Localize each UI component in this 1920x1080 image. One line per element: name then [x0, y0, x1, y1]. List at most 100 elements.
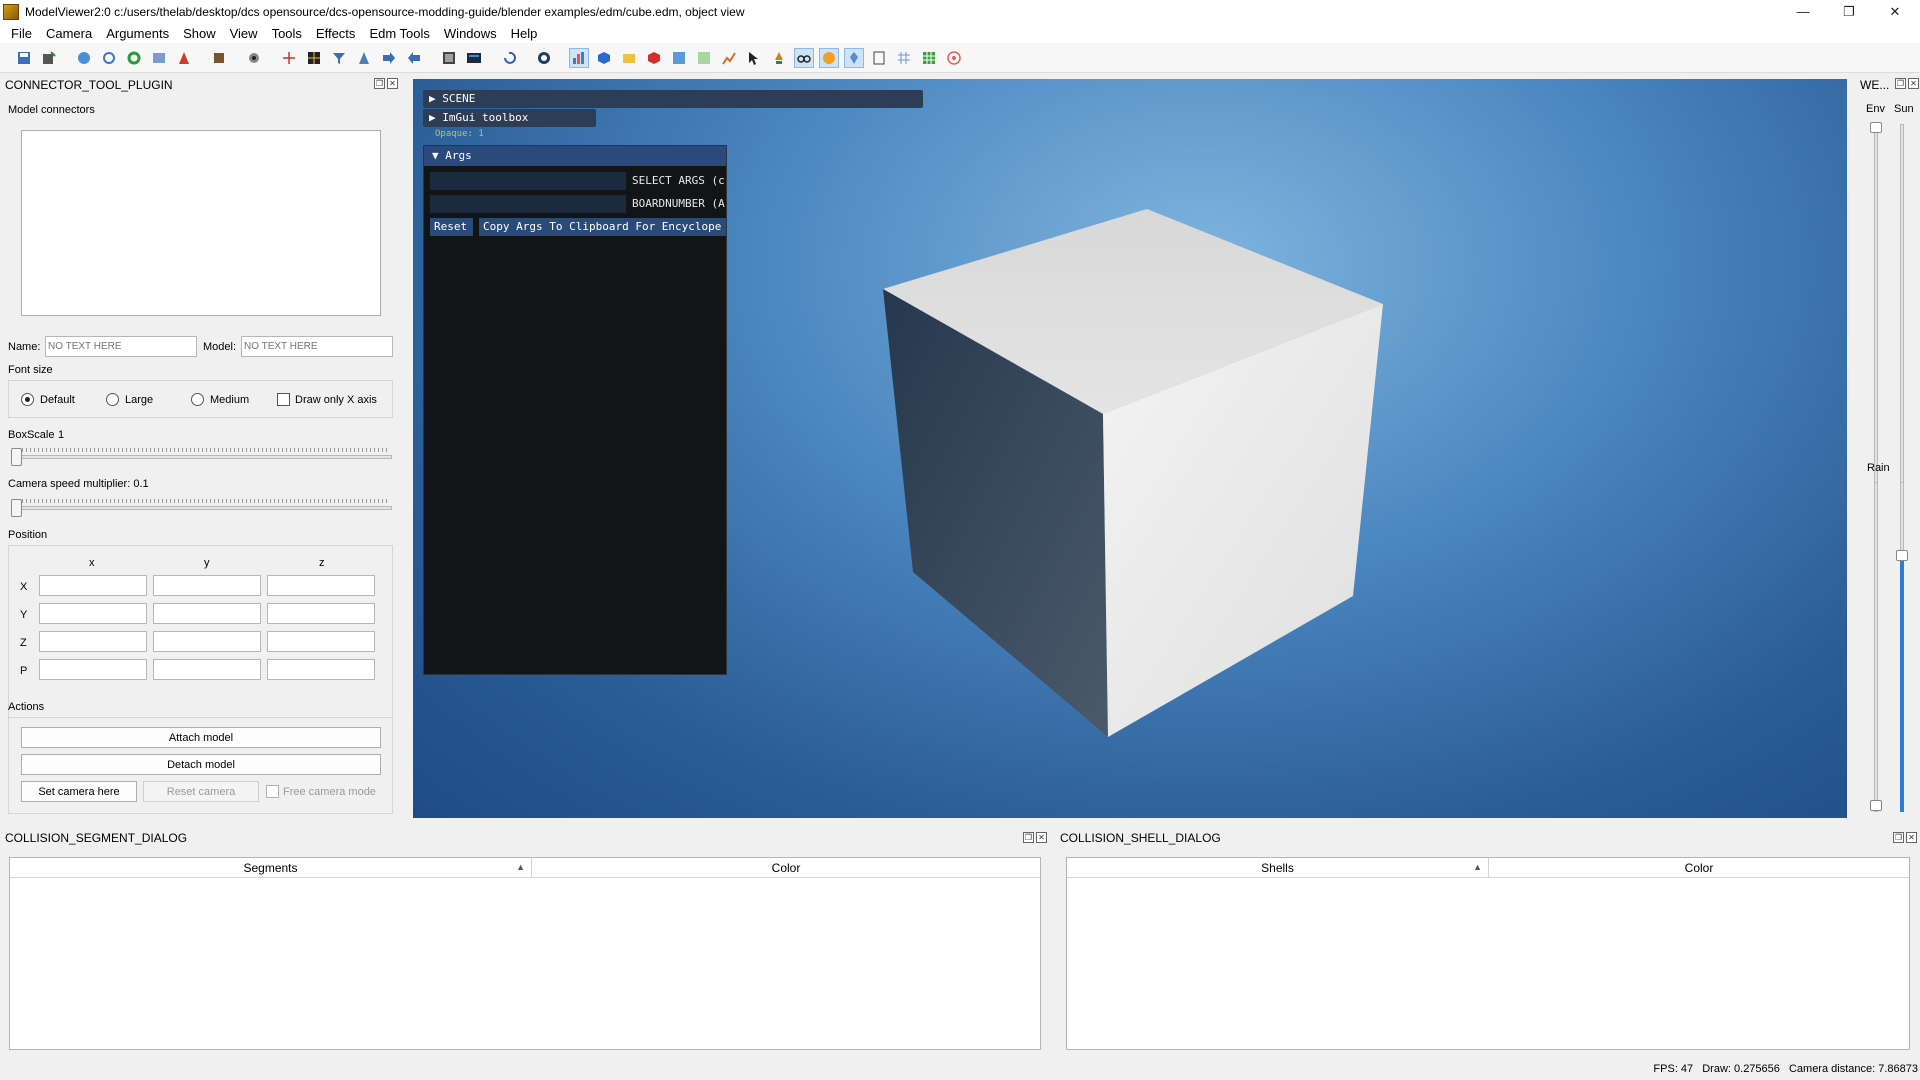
close-icon[interactable]: ✕ [387, 78, 398, 89]
weather-close-icon[interactable]: ✕ [1908, 78, 1919, 89]
sun-slider-handle[interactable] [1896, 549, 1908, 561]
model-input[interactable] [241, 336, 393, 357]
menu-edm-tools[interactable]: Edm Tools [362, 26, 436, 41]
position-p-y[interactable] [153, 659, 261, 680]
reload-icon[interactable] [124, 48, 144, 68]
position-z-y[interactable] [153, 631, 261, 652]
select-args-input[interactable] [430, 172, 626, 190]
3d-viewport[interactable]: ▶ SCENE ▶ ImGui toolbox Opaque: 1 ▼ Args… [413, 79, 1847, 818]
sun-slider-top[interactable] [1900, 124, 1904, 528]
menu-camera[interactable]: Camera [39, 26, 99, 41]
position-z-z[interactable] [267, 631, 375, 652]
copy-args-button[interactable]: Copy Args To Clipboard For Encyclope [479, 218, 726, 236]
position-z-x[interactable] [39, 631, 147, 652]
doc-icon[interactable] [869, 48, 889, 68]
camera-speed-slider-handle[interactable] [11, 499, 22, 517]
position-x-z[interactable] [267, 575, 375, 596]
cube-red-icon[interactable] [644, 48, 664, 68]
image-icon[interactable] [149, 48, 169, 68]
shell-float-icon[interactable]: ❐ [1893, 832, 1904, 843]
detach-model-button[interactable]: Detach model [21, 754, 381, 775]
position-p-z[interactable] [267, 659, 375, 680]
segments-color-header[interactable]: Color [532, 858, 1040, 878]
position-p-x[interactable] [39, 659, 147, 680]
radio-large[interactable] [106, 393, 119, 406]
camera-speed-slider[interactable] [12, 506, 392, 510]
imgui-toolbox-header[interactable]: ▶ ImGui toolbox [423, 109, 596, 127]
menu-view[interactable]: View [223, 26, 265, 41]
env-slider-handle[interactable] [1870, 122, 1882, 133]
refresh-icon[interactable] [99, 48, 119, 68]
menu-file[interactable]: File [4, 26, 39, 41]
boxscale-slider[interactable] [12, 455, 392, 459]
menu-show[interactable]: Show [176, 26, 223, 41]
person-icon[interactable] [354, 48, 374, 68]
position-y-x[interactable] [39, 603, 147, 624]
weather-float-icon[interactable]: ❐ [1895, 78, 1906, 89]
undo-icon[interactable] [499, 48, 519, 68]
save-as-icon[interactable] [39, 48, 59, 68]
grid-dots-icon[interactable] [919, 48, 939, 68]
menu-arguments[interactable]: Arguments [99, 26, 176, 41]
cursor-icon[interactable] [744, 48, 764, 68]
crosshair-icon[interactable] [279, 48, 299, 68]
model-icon[interactable] [844, 47, 864, 68]
imgui-scene-header[interactable]: ▶ SCENE [423, 90, 923, 108]
folder-icon[interactable] [619, 48, 639, 68]
grid-icon[interactable] [304, 48, 324, 68]
sun-icon[interactable] [819, 47, 839, 68]
target-icon[interactable] [944, 48, 964, 68]
arrow-left-icon[interactable] [404, 48, 424, 68]
model-connectors-list[interactable] [21, 130, 381, 316]
reset-args-button[interactable]: Reset [430, 218, 473, 236]
rain-slider[interactable] [1874, 482, 1878, 812]
position-y-y[interactable] [153, 603, 261, 624]
attach-model-button[interactable]: Attach model [21, 727, 381, 748]
restore-button[interactable]: ❐ [1826, 0, 1872, 23]
cube-blue-icon[interactable] [594, 48, 614, 68]
segment-close-icon[interactable]: ✕ [1036, 832, 1047, 843]
close-button[interactable]: ✕ [1872, 0, 1918, 23]
position-x-y[interactable] [153, 575, 261, 596]
segments-table[interactable]: Segments ▲ Color [9, 857, 1041, 1050]
draw-only-x-checkbox[interactable] [277, 393, 290, 406]
set-camera-here-button[interactable]: Set camera here [21, 781, 137, 802]
reset-camera-button[interactable]: Reset camera [143, 781, 259, 802]
segment-float-icon[interactable]: ❐ [1023, 832, 1034, 843]
frame-icon[interactable] [669, 48, 689, 68]
light-icon[interactable] [769, 48, 789, 68]
graph-icon[interactable] [719, 48, 739, 68]
radio-default[interactable] [21, 393, 34, 406]
position-y-z[interactable] [267, 603, 375, 624]
position-x-x[interactable] [39, 575, 147, 596]
segments-column-header[interactable]: Segments ▲ [10, 858, 532, 878]
menu-tools[interactable]: Tools [265, 26, 309, 41]
camera-icon[interactable] [244, 48, 264, 68]
bar-chart-icon[interactable] [569, 47, 589, 68]
rain-slider-handle[interactable] [1870, 800, 1882, 811]
free-camera-mode-checkbox[interactable] [266, 785, 279, 798]
mesh-icon[interactable] [694, 48, 714, 68]
bomb-icon[interactable] [174, 48, 194, 68]
box-icon[interactable] [209, 48, 229, 68]
radio-medium[interactable] [191, 393, 204, 406]
filter-icon[interactable] [329, 48, 349, 68]
menu-effects[interactable]: Effects [309, 26, 363, 41]
monitor-icon[interactable] [464, 48, 484, 68]
save-icon[interactable] [14, 48, 34, 68]
shells-column-header[interactable]: Shells ▲ [1067, 858, 1489, 878]
name-input[interactable] [45, 336, 197, 357]
film-icon[interactable] [439, 48, 459, 68]
menu-help[interactable]: Help [504, 26, 545, 41]
menu-windows[interactable]: Windows [437, 26, 504, 41]
shells-table[interactable]: Shells ▲ Color [1066, 857, 1910, 1050]
arrow-right-icon[interactable] [379, 48, 399, 68]
shells-color-header[interactable]: Color [1489, 858, 1909, 878]
globe-icon[interactable] [74, 48, 94, 68]
grid-small-icon[interactable] [894, 48, 914, 68]
shell-close-icon[interactable]: ✕ [1906, 832, 1917, 843]
boxscale-slider-handle[interactable] [11, 448, 22, 466]
binoculars-icon[interactable] [794, 47, 814, 68]
boardnumber-input[interactable] [430, 195, 626, 213]
args-window-title[interactable]: ▼ Args [424, 146, 726, 166]
